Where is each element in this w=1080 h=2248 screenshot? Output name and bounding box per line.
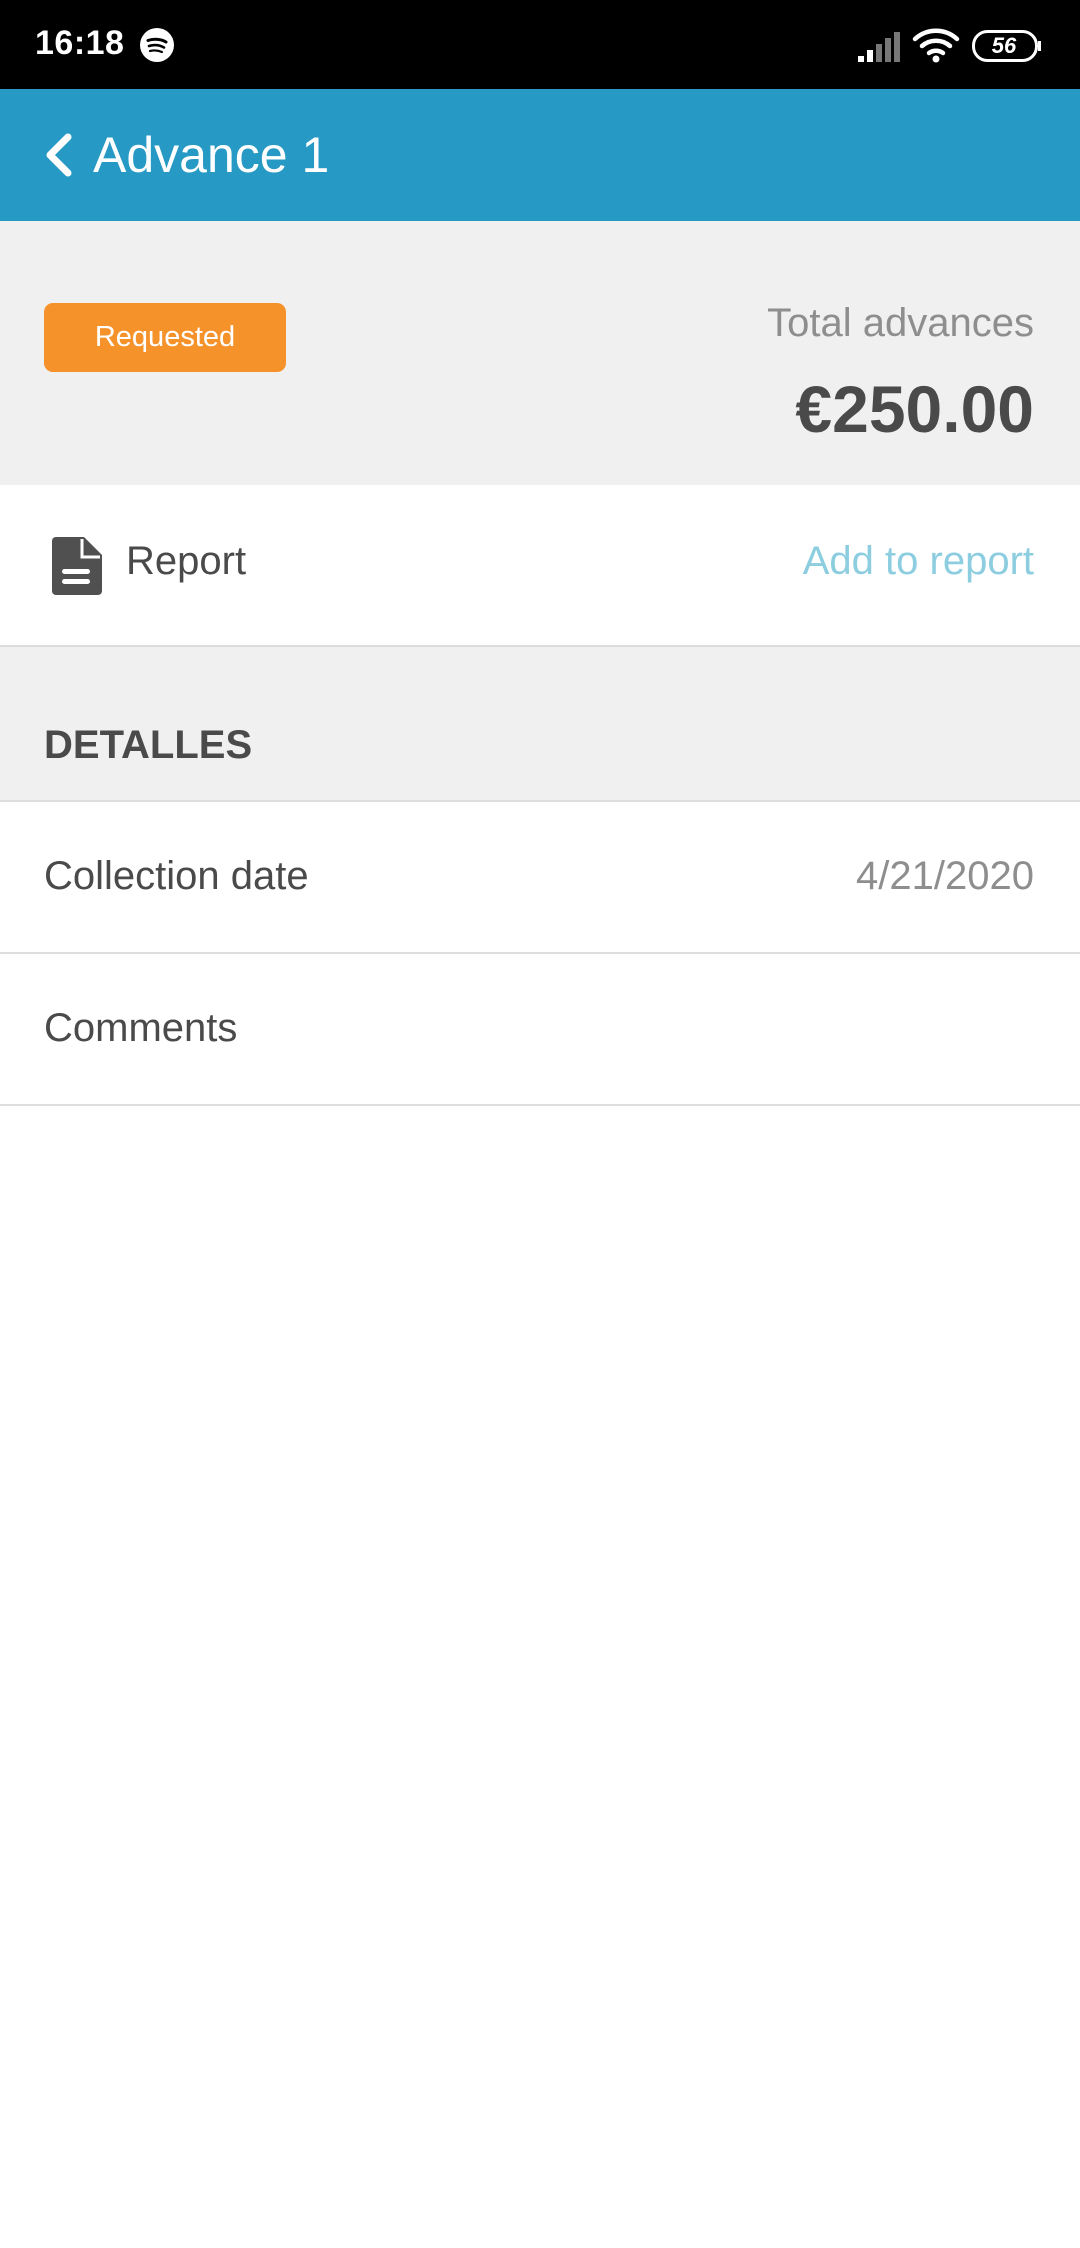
status-time: 16:18 [35, 24, 125, 62]
detail-value: 4/21/2020 [856, 854, 1034, 898]
battery-level: 56 [991, 33, 1017, 58]
collection-date-row[interactable]: Collection date 4/21/2020 [0, 802, 1080, 954]
details-section-header: DETALLES [0, 647, 1080, 802]
wifi-icon [912, 28, 960, 63]
app-bar: Advance 1 [0, 89, 1080, 221]
status-badge: Requested [44, 303, 286, 372]
section-title: DETALLES [44, 723, 253, 767]
signal-icon [858, 32, 900, 62]
report-label: Report [126, 539, 247, 583]
total-advances-label: Total advances [767, 301, 1034, 345]
battery-icon: 56 [972, 30, 1042, 62]
spotify-icon [140, 28, 174, 62]
total-advances-amount: €250.00 [795, 372, 1034, 446]
chevron-left-icon[interactable] [36, 125, 92, 185]
page-title: Advance 1 [93, 127, 330, 183]
detail-label: Collection date [44, 854, 309, 898]
advance-summary: Requested Total advances €250.00 [0, 221, 1080, 485]
document-icon [52, 537, 102, 595]
add-to-report-link[interactable]: Add to report [803, 539, 1034, 584]
detail-label: Comments [44, 1006, 238, 1050]
comments-row[interactable]: Comments [0, 954, 1080, 1106]
report-row: Report Add to report [0, 485, 1080, 647]
status-bar: 16:18 56 [0, 0, 1080, 89]
